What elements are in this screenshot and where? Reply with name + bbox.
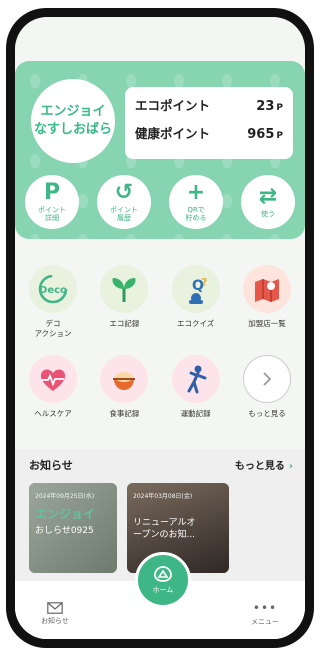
use-points-button[interactable]: ⇄ 使う — [241, 175, 295, 229]
news-card-title: おしらせ0925 — [35, 526, 94, 536]
plus-icon: + — [186, 180, 206, 205]
more-dots-icon: ••• — [252, 601, 278, 615]
feature-label: ヘルスケア — [34, 409, 72, 418]
feature-eco-quiz[interactable]: Q? エコクイズ — [164, 265, 228, 339]
eco-points-unit: P — [276, 103, 283, 113]
feature-label: デコ アクション — [34, 319, 72, 338]
eco-points-row: エコポイント 23 P — [135, 95, 283, 123]
heart-icon — [29, 355, 77, 403]
qr-earn-label: QRで 貯める — [185, 206, 207, 222]
eco-points-label: エコポイント — [135, 98, 211, 113]
app-logo: エンジョイ なすしおばら — [31, 79, 115, 163]
point-history-button[interactable]: ↺ ポイント 履歴 — [97, 175, 151, 229]
feature-see-more[interactable]: もっと見る — [235, 355, 299, 419]
use-points-label: 使う — [261, 210, 275, 218]
points-header: エンジョイ なすしおばら エコポイント 23 P 健康ポイント 965 P P ポイ… — [15, 61, 305, 239]
health-points-unit: P — [276, 131, 283, 141]
feature-exercise-record[interactable]: 運動記録 — [164, 355, 228, 419]
news-title: お知らせ — [29, 459, 73, 472]
health-points-label: 健康ポイント — [135, 126, 211, 141]
deco-icon: Deco — [29, 265, 77, 313]
history-icon: ↺ — [114, 180, 134, 205]
mail-icon — [47, 602, 63, 614]
quiz-icon: Q? — [171, 265, 220, 313]
health-points-value: 965 — [247, 127, 275, 142]
nav-home-button[interactable]: ホーム — [135, 552, 191, 608]
feature-label: 運動記録 — [180, 409, 211, 418]
feature-store-list[interactable]: 加盟店一覧 — [235, 265, 299, 339]
nav-menu[interactable]: ••• メニュー — [225, 589, 305, 639]
shuffle-icon: ⇄ — [258, 184, 278, 209]
home-icon — [154, 566, 172, 582]
nav-home-label: ホーム — [152, 586, 174, 594]
news-card[interactable]: 2024年09月25日(水) エンジョイ おしらせ0925 — [29, 483, 117, 573]
p-icon: P — [43, 180, 61, 205]
chevron-right-icon: › — [288, 461, 293, 472]
chevron-right-icon — [242, 355, 291, 403]
news-more-link[interactable]: もっと見る › — [235, 457, 293, 473]
feature-label: エコ記録 — [109, 319, 140, 328]
quick-actions: P ポイント 詳細 ↺ ポイント 履歴 + QRで 貯める ⇄ 使う — [25, 175, 295, 229]
feature-deco-action[interactable]: Deco デコ アクション — [21, 265, 85, 339]
map-icon — [242, 265, 291, 313]
feature-label: 食事記録 — [109, 409, 140, 418]
logo-line-2: なすしおばら — [33, 122, 112, 137]
qr-earn-button[interactable]: + QRで 貯める — [169, 175, 223, 229]
feature-grid-row-1: Deco デコ アクション エコ記録 Q? エコクイズ 加盟店一覧 — [21, 265, 299, 339]
feature-eco-record[interactable]: エコ記録 — [92, 265, 156, 339]
point-detail-button[interactable]: P ポイント 詳細 — [25, 175, 79, 229]
health-points-row: 健康ポイント 965 P — [135, 123, 283, 151]
point-detail-label: ポイント 詳細 — [38, 206, 66, 222]
feature-label: もっと見る — [248, 409, 286, 418]
nav-notifications[interactable]: お知らせ — [15, 589, 95, 639]
news-card-title: リニューアルオ ープンのお知... — [133, 518, 196, 540]
feature-label: エコクイズ — [177, 319, 215, 328]
eco-points-value: 23 — [256, 99, 275, 114]
news-card-bg-text: エンジョイ — [35, 507, 96, 521]
svg-text:?: ? — [201, 276, 207, 289]
news-date: 2024年03月08日(金) — [133, 493, 193, 500]
point-history-label: ポイント 履歴 — [110, 206, 138, 222]
news-header: お知らせ もっと見る › — [29, 457, 293, 473]
sprout-icon — [100, 265, 149, 313]
nav-menu-label: メニュー — [251, 618, 279, 626]
app-screen: エンジョイ なすしおばら エコポイント 23 P 健康ポイント 965 P P ポイ… — [15, 17, 305, 639]
meal-icon — [100, 355, 149, 403]
phone-frame: エンジョイ なすしおばら エコポイント 23 P 健康ポイント 965 P P ポイ… — [6, 8, 314, 648]
logo-line-1: エンジョイ — [40, 104, 106, 120]
nav-notifications-label: お知らせ — [41, 617, 69, 625]
feature-grid-row-2: ヘルスケア 食事記録 運動記録 もっと見る — [21, 355, 299, 419]
news-date: 2024年09月25日(水) — [35, 493, 95, 500]
exercise-icon — [171, 355, 220, 403]
feature-meal-record[interactable]: 食事記録 — [92, 355, 156, 419]
feature-label: 加盟店一覧 — [248, 319, 286, 328]
points-summary: エコポイント 23 P 健康ポイント 965 P — [125, 87, 293, 159]
feature-healthcare[interactable]: ヘルスケア — [21, 355, 85, 419]
svg-text:Deco: Deco — [39, 285, 67, 296]
